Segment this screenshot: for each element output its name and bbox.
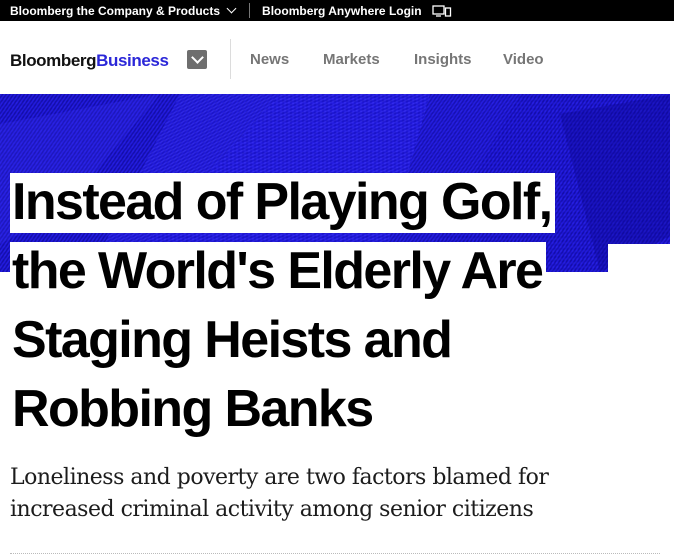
article-dek: Loneliness and poverty are two factors b… bbox=[10, 465, 549, 522]
logo-bloomberg-text: Bloomberg bbox=[10, 51, 97, 70]
section-divider bbox=[10, 553, 660, 554]
headline-text: Instead of Playing Golf, the World's Eld… bbox=[10, 173, 556, 440]
nav-link-insights[interactable]: Insights bbox=[414, 51, 472, 68]
page-edge bbox=[670, 94, 674, 559]
nav-link-video[interactable]: Video bbox=[503, 51, 544, 68]
menu-toggle-button[interactable] bbox=[187, 50, 207, 69]
nav-link-markets[interactable]: Markets bbox=[323, 51, 380, 68]
bloomberg-business-logo[interactable]: BloombergBusiness bbox=[10, 51, 169, 71]
menu-chevron-icon bbox=[190, 51, 204, 64]
anywhere-login-label: Bloomberg Anywhere Login bbox=[262, 3, 422, 18]
article-headline: Instead of Playing Golf, the World's Eld… bbox=[10, 168, 620, 444]
monitor-icon bbox=[431, 4, 452, 17]
anywhere-login-link[interactable]: Bloomberg Anywhere Login bbox=[262, 4, 452, 18]
chevron-down-icon bbox=[226, 3, 237, 14]
company-products-label: Bloomberg the Company & Products bbox=[10, 3, 221, 18]
topbar-divider bbox=[249, 3, 251, 18]
logo-business-text: Business bbox=[96, 51, 169, 70]
nav-divider bbox=[230, 39, 231, 79]
nav-link-news[interactable]: News bbox=[250, 51, 289, 68]
top-utility-bar: Bloomberg the Company & Products Bloombe… bbox=[0, 0, 674, 21]
company-products-dropdown[interactable]: Bloomberg the Company & Products bbox=[0, 3, 237, 18]
main-navigation: BloombergBusiness News Markets Insights … bbox=[0, 21, 674, 95]
